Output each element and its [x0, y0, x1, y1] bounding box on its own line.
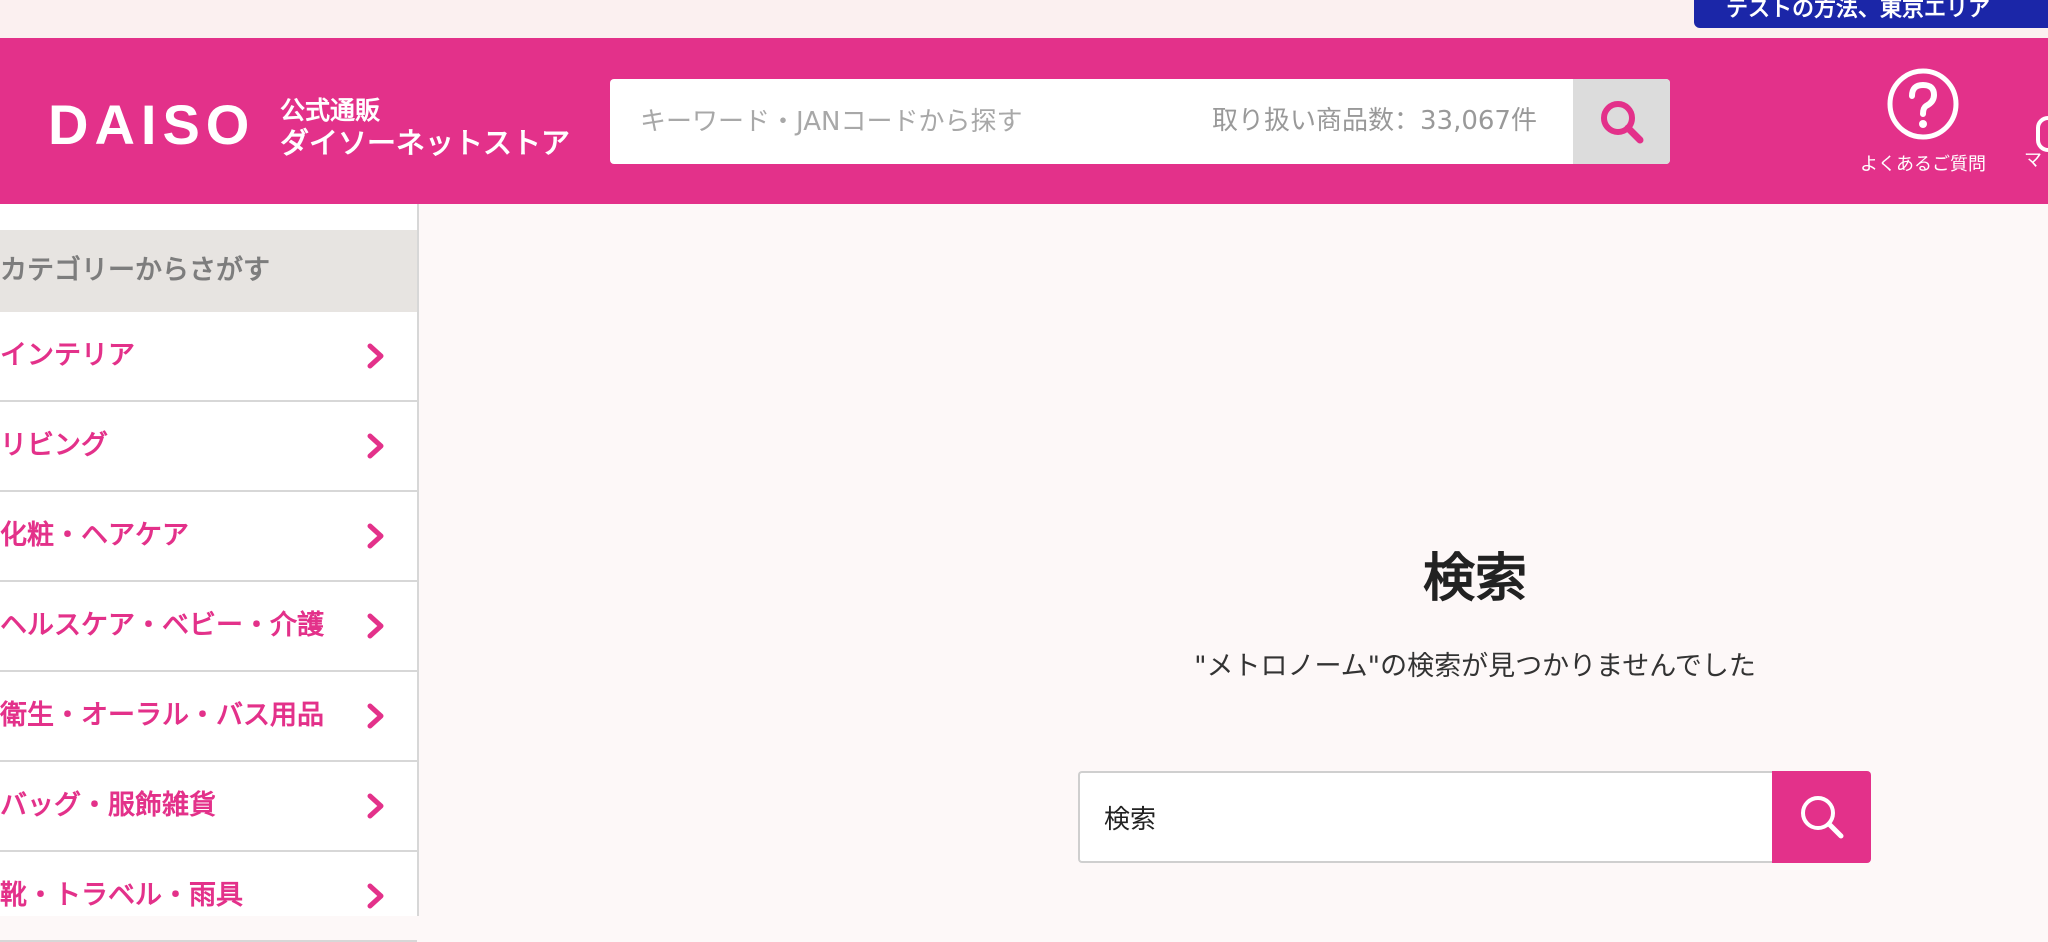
faq-link[interactable]: よくあるご質問 — [1848, 66, 1998, 176]
logo-subtitle-line2: ダイソーネットストア — [280, 126, 571, 160]
site-header: DAISO 公式通販 ダイソーネットストア 取り扱い商品数：33,067件 よく… — [0, 38, 2048, 204]
main-search-input[interactable] — [1078, 771, 1773, 863]
header-search-input[interactable] — [610, 79, 1170, 164]
chevron-right-icon — [367, 613, 384, 639]
chevron-right-icon — [367, 793, 384, 819]
sidebar-item-shoes[interactable]: 靴・トラベル・雨具 — [0, 852, 417, 942]
header-search-box: 取り扱い商品数：33,067件 — [610, 79, 1670, 164]
logo-subtitle: 公式通販 ダイソーネットストア — [280, 96, 570, 160]
mypage-label[interactable]: マ — [2024, 146, 2042, 172]
search-icon — [1600, 100, 1643, 143]
site-logo[interactable]: DAISO 公式通販 ダイソーネットストア — [48, 92, 588, 160]
sidebar-item-living[interactable]: リビング — [0, 402, 417, 492]
chevron-right-icon — [367, 883, 384, 909]
sidebar-item-hygiene[interactable]: 衛生・オーラル・バス用品 — [0, 672, 417, 762]
no-results-message: "メトロノーム"の検索が見つかりませんでした — [1194, 651, 1756, 682]
search-icon — [1800, 796, 1843, 839]
sidebar-item-label: リビング — [0, 430, 108, 461]
sidebar-item-bags[interactable]: バッグ・服飾雑貨 — [0, 762, 417, 852]
logo-mark: DAISO — [48, 93, 256, 156]
sidebar-item-label: インテリア — [0, 340, 135, 371]
logo-subtitle-line1: 公式通販 — [280, 96, 381, 125]
category-list: インテリア リビング 化粧・ヘアケア ヘルスケア・ベビー・介護 衛生・オーラル・… — [0, 312, 417, 942]
category-sidebar: カテゴリーからさがす インテリア リビング 化粧・ヘアケア ヘルスケア・ベビー・… — [0, 204, 419, 942]
sidebar-item-interior[interactable]: インテリア — [0, 312, 417, 402]
sidebar-item-label: ヘルスケア・ベビー・介護 — [0, 610, 324, 641]
faq-label: よくあるご質問 — [1860, 154, 1986, 175]
page-title: 検索 — [1422, 549, 1527, 609]
sidebar-item-label: 衛生・オーラル・バス用品 — [0, 700, 324, 731]
sidebar-item-label: バッグ・服飾雑貨 — [0, 790, 216, 821]
sidebar-item-label: 化粧・ヘアケア — [0, 520, 189, 551]
header-search-button[interactable] — [1573, 79, 1670, 164]
chevron-right-icon — [367, 523, 384, 549]
main-search-form — [1078, 771, 1871, 863]
product-count: 取り扱い商品数：33,067件 — [1212, 106, 1537, 136]
question-circle-icon — [1887, 68, 1959, 140]
top-strip: テストの方法、東京エリア — [0, 0, 2048, 38]
sidebar-item-healthcare[interactable]: ヘルスケア・ベビー・介護 — [0, 582, 417, 672]
notice-badge[interactable]: テストの方法、東京エリア — [1694, 0, 2048, 28]
sidebar-heading: カテゴリーからさがす — [0, 230, 417, 312]
chevron-right-icon — [367, 703, 384, 729]
main-search-button[interactable] — [1772, 771, 1871, 863]
chevron-right-icon — [367, 433, 384, 459]
sidebar-item-cosmetics[interactable]: 化粧・ヘアケア — [0, 492, 417, 582]
sidebar-item-label: 靴・トラベル・雨具 — [0, 880, 243, 911]
chevron-right-icon — [367, 343, 384, 369]
